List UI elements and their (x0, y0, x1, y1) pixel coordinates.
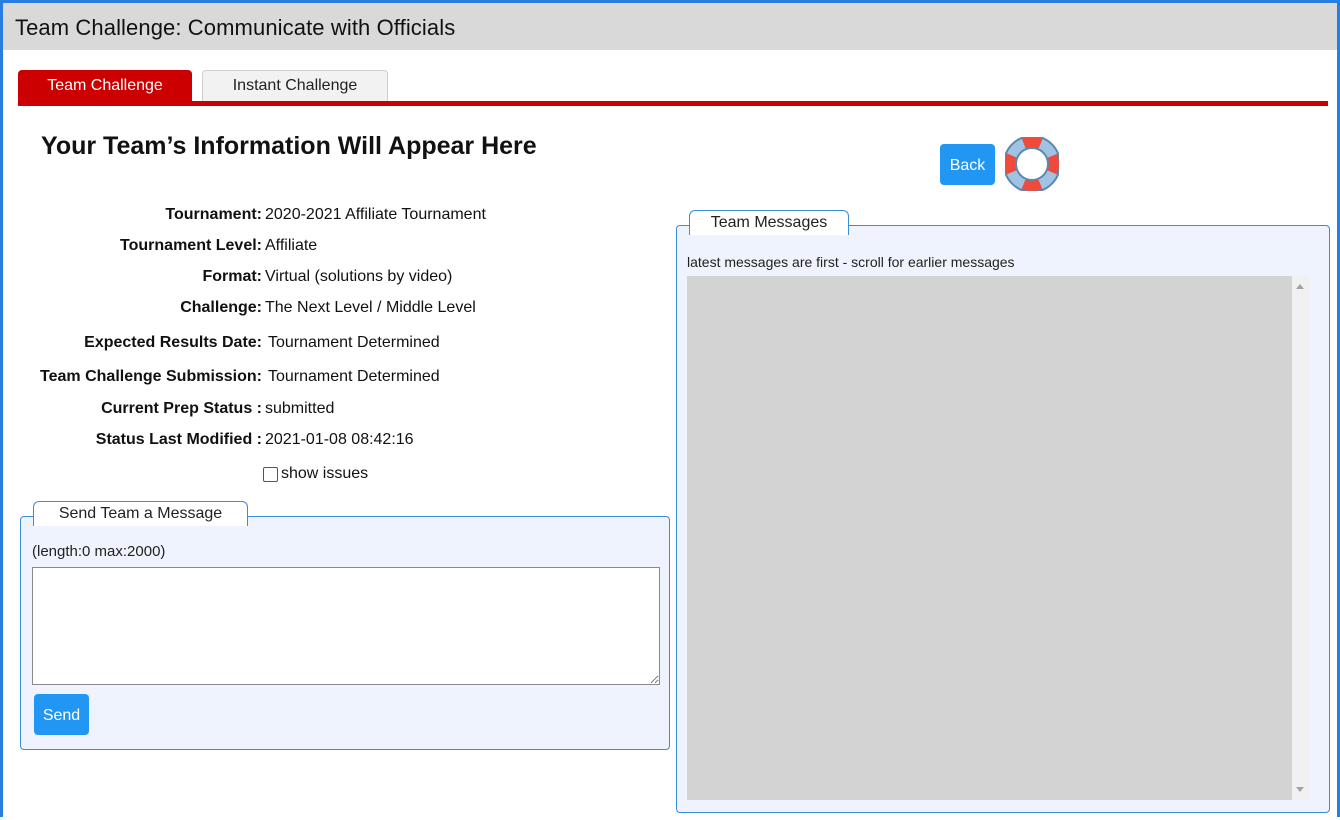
info-value: Tournament Determined (268, 368, 440, 385)
info-value: 2020-2021 Affiliate Tournament (265, 206, 486, 223)
info-row-challenge: Challenge: The Next Level / Middle Level (3, 299, 643, 323)
info-value: 2021-01-08 08:42:16 (265, 431, 414, 448)
back-button[interactable]: Back (940, 144, 995, 185)
info-value: Virtual (solutions by video) (265, 268, 453, 285)
send-message-legend: Send Team a Message (33, 501, 248, 526)
tab-underline (18, 101, 1328, 106)
message-textarea[interactable] (32, 567, 660, 685)
messages-list[interactable] (687, 276, 1292, 800)
info-label: Challenge: (180, 299, 262, 316)
info-label: Team Challenge Submission: (40, 368, 262, 385)
info-value: submitted (265, 400, 335, 417)
info-label: Expected Results Date: (84, 334, 262, 351)
info-label: Tournament Level: (120, 237, 262, 254)
team-info-heading: Your Team’s Information Will Appear Here (41, 132, 537, 160)
send-message-panel: Send Team a Message (length:0 max:2000) … (20, 501, 670, 750)
info-value: Tournament Determined (268, 334, 440, 351)
send-button[interactable]: Send (34, 694, 89, 735)
page-title: Team Challenge: Communicate with Officia… (15, 15, 456, 40)
messages-order-note: latest messages are first - scroll for e… (687, 254, 1015, 270)
info-row-tournament: Tournament: 2020-2021 Affiliate Tourname… (3, 206, 643, 230)
show-issues-checkbox[interactable] (263, 466, 278, 482)
scroll-up-arrow-icon[interactable] (1296, 284, 1304, 289)
info-row-expected-results-date: Expected Results Date: Tournament Determ… (3, 334, 643, 358)
length-counter: (length:0 max:2000) (32, 543, 166, 560)
info-value: The Next Level / Middle Level (265, 299, 476, 316)
info-row-tournament-level: Tournament Level: Affiliate (3, 237, 643, 261)
info-label: Tournament: (165, 206, 262, 223)
show-issues-label: show issues (281, 465, 369, 482)
title-bar: Team Challenge: Communicate with Officia… (3, 3, 1337, 50)
info-row-team-challenge-submission: Team Challenge Submission: Tournament De… (3, 368, 643, 392)
info-row-status-last-modified: Status Last Modified : 2021-01-08 08:42:… (3, 431, 643, 455)
info-row-format: Format: Virtual (solutions by video) (3, 268, 643, 292)
info-label: Status Last Modified : (95, 431, 262, 448)
team-messages-panel: Team Messages latest messages are first … (676, 210, 1330, 813)
team-messages-legend: Team Messages (689, 210, 849, 235)
scroll-down-arrow-icon[interactable] (1296, 787, 1304, 792)
info-label: Current Prep Status : (101, 400, 262, 417)
app-window: Team Challenge: Communicate with Officia… (0, 0, 1340, 817)
lifering-icon[interactable] (1005, 137, 1059, 191)
show-issues-toggle[interactable]: show issues (263, 465, 368, 483)
info-label: Format: (202, 268, 262, 285)
messages-scrollbar[interactable] (1292, 276, 1309, 800)
tab-instant-challenge[interactable]: Instant Challenge (202, 70, 388, 101)
tab-team-challenge[interactable]: Team Challenge (18, 70, 192, 102)
info-value: Affiliate (265, 237, 318, 254)
info-row-current-prep-status: Current Prep Status : submitted (3, 400, 643, 424)
